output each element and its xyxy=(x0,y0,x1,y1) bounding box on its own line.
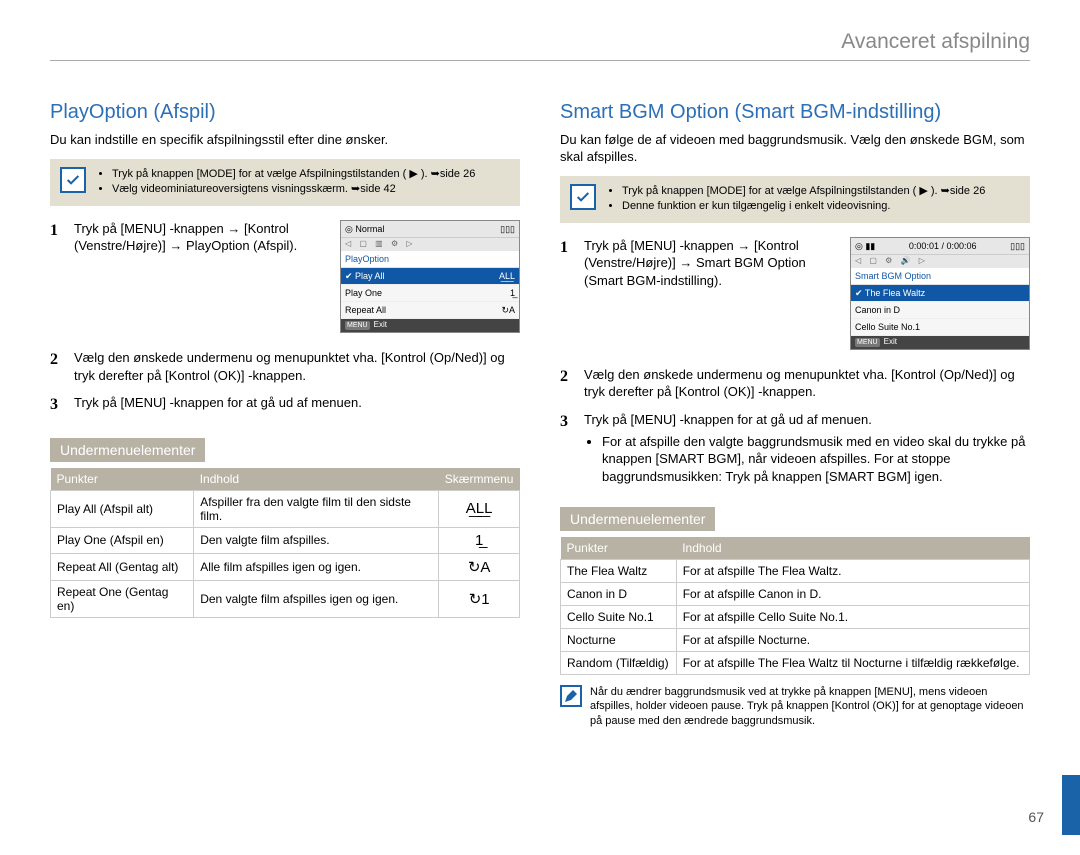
repeat-one-icon: ↻1 xyxy=(439,580,520,617)
table-header: Indhold xyxy=(194,468,439,491)
lcd-footer: MENU Exit xyxy=(341,319,519,332)
note-item: Tryk på knappen [MODE] for at vælge Afsp… xyxy=(112,167,475,182)
repeat-all-icon: ↻A xyxy=(501,304,515,316)
lcd-row: Repeat All ↻A xyxy=(341,302,519,319)
submenu-header: Undermenuelementer xyxy=(50,438,205,462)
submenu-table-left: Punkter Indhold Skærmmenu Play All (Afsp… xyxy=(50,468,520,618)
note-icon xyxy=(560,685,582,707)
note-box-left: Tryk på knappen [MODE] for at vælge Afsp… xyxy=(50,159,520,206)
repeat-all-icon: ↻A xyxy=(439,553,520,580)
table-row: NocturneFor at afspille Nocturne. xyxy=(561,629,1030,652)
play-one-icon: 1̲ xyxy=(510,287,515,299)
play-all-icon: A͟L͟L xyxy=(499,270,515,282)
table-header: Indhold xyxy=(676,537,1029,560)
lcd-toolbar: ◁ ▢ ⚙ 🔊 ▷ xyxy=(851,255,1029,268)
step-text: Tryk på [MENU] -knappen → [Kontrol (Vens… xyxy=(584,237,832,290)
play-one-icon: 1̲ xyxy=(439,527,520,553)
intro-right: Du kan følge de af videoen med baggrunds… xyxy=(560,132,1030,166)
table-row: Repeat All (Gentag alt)Alle film afspill… xyxy=(51,553,520,580)
right-column: Smart BGM Option (Smart BGM-indstilling)… xyxy=(560,101,1030,728)
step-number: 2 xyxy=(50,349,64,384)
precheck-icon xyxy=(570,184,596,210)
lcd-row: Cello Suite No.1 xyxy=(851,319,1029,336)
lcd-row: ✔ Play All A͟L͟L xyxy=(341,268,519,285)
section-title-left: PlayOption (Afspil) xyxy=(50,101,520,124)
table-row: Random (Tilfældig)For at afspille The Fl… xyxy=(561,652,1030,675)
page-edge-tab xyxy=(1062,775,1080,835)
table-row: Canon in DFor at afspille Canon in D. xyxy=(561,583,1030,606)
footnote: Når du ændrer baggrundsmusik ved at tryk… xyxy=(560,685,1030,728)
lcd-play-icon: ◎ ▮▮ xyxy=(855,240,875,252)
submenu-table-right: Punkter Indhold The Flea WaltzFor at afs… xyxy=(560,537,1030,675)
chapter-title: Avanceret afspilning xyxy=(50,30,1030,61)
table-row: Play All (Afspil alt)Afspiller fra den v… xyxy=(51,490,520,527)
note-box-right: Tryk på knappen [MODE] for at vælge Afsp… xyxy=(560,176,1030,223)
lcd-row: Canon in D xyxy=(851,302,1029,319)
lcd-row: ✔ The Flea Waltz xyxy=(851,285,1029,302)
section-title-right: Smart BGM Option (Smart BGM-indstilling) xyxy=(560,101,1030,124)
step-number: 1 xyxy=(50,220,64,339)
step-text: Tryk på [MENU] -knappen → [Kontrol (Vens… xyxy=(74,220,322,255)
submenu-header: Undermenuelementer xyxy=(560,507,715,531)
step-text: Vælg den ønskede undermenu og menupunkte… xyxy=(584,366,1030,401)
note-item: Denne funktion er kun tilgængelig i enke… xyxy=(622,199,985,214)
intro-left: Du kan indstille en specifik afspilnings… xyxy=(50,132,520,149)
note-item: Vælg videominiatureoversigtens visningss… xyxy=(112,182,475,197)
step-number: 3 xyxy=(50,394,64,416)
step-text: Vælg den ønskede undermenu og menupunkte… xyxy=(74,349,520,384)
table-header: Punkter xyxy=(561,537,677,560)
lcd-mode-icon: ◎ Normal xyxy=(345,223,384,235)
table-row: Repeat One (Gentag en)Den valgte film af… xyxy=(51,580,520,617)
step-number: 2 xyxy=(560,366,574,401)
lcd-menu-title: PlayOption xyxy=(341,251,519,268)
precheck-icon xyxy=(60,167,86,193)
battery-icon: ▯▯▯ xyxy=(1010,240,1025,252)
table-row: The Flea WaltzFor at afspille The Flea W… xyxy=(561,560,1030,583)
table-row: Cello Suite No.1For at afspille Cello Su… xyxy=(561,606,1030,629)
footnote-text: Når du ændrer baggrundsmusik ved at tryk… xyxy=(590,685,1030,728)
lcd-row: Play One 1̲ xyxy=(341,285,519,302)
step-number: 3 xyxy=(560,411,574,485)
battery-icon: ▯▯▯ xyxy=(500,223,515,235)
lcd-footer: MENU Exit xyxy=(851,336,1029,349)
lcd-time: 0:00:01 / 0:00:06 xyxy=(909,240,977,252)
step-number: 1 xyxy=(560,237,574,356)
step-bullet: For at afspille den valgte baggrundsmusi… xyxy=(602,433,1030,486)
table-header: Punkter xyxy=(51,468,194,491)
note-item: Tryk på knappen [MODE] for at vælge Afsp… xyxy=(622,184,985,199)
play-all-icon: A͟L͟L xyxy=(439,490,520,527)
table-row: Play One (Afspil en)Den valgte film afsp… xyxy=(51,527,520,553)
step-text: Tryk på [MENU] -knappen for at gå ud af … xyxy=(74,394,520,416)
left-column: PlayOption (Afspil) Du kan indstille en … xyxy=(50,101,520,728)
lcd-menu-title: Smart BGM Option xyxy=(851,268,1029,285)
lcd-toolbar: ◁ ▢ ▥ ⚙ ▷ xyxy=(341,238,519,251)
lcd-screenshot-right: ◎ ▮▮ 0:00:01 / 0:00:06 ▯▯▯ ◁ ▢ ⚙ 🔊 ▷ Sma… xyxy=(850,237,1030,350)
step-text: Tryk på [MENU] -knappen for at gå ud af … xyxy=(584,411,1030,485)
table-header: Skærmmenu xyxy=(439,468,520,491)
page-number: 67 xyxy=(1028,809,1044,825)
lcd-screenshot-left: ◎ Normal ▯▯▯ ◁ ▢ ▥ ⚙ ▷ PlayOption ✔ Play… xyxy=(340,220,520,333)
